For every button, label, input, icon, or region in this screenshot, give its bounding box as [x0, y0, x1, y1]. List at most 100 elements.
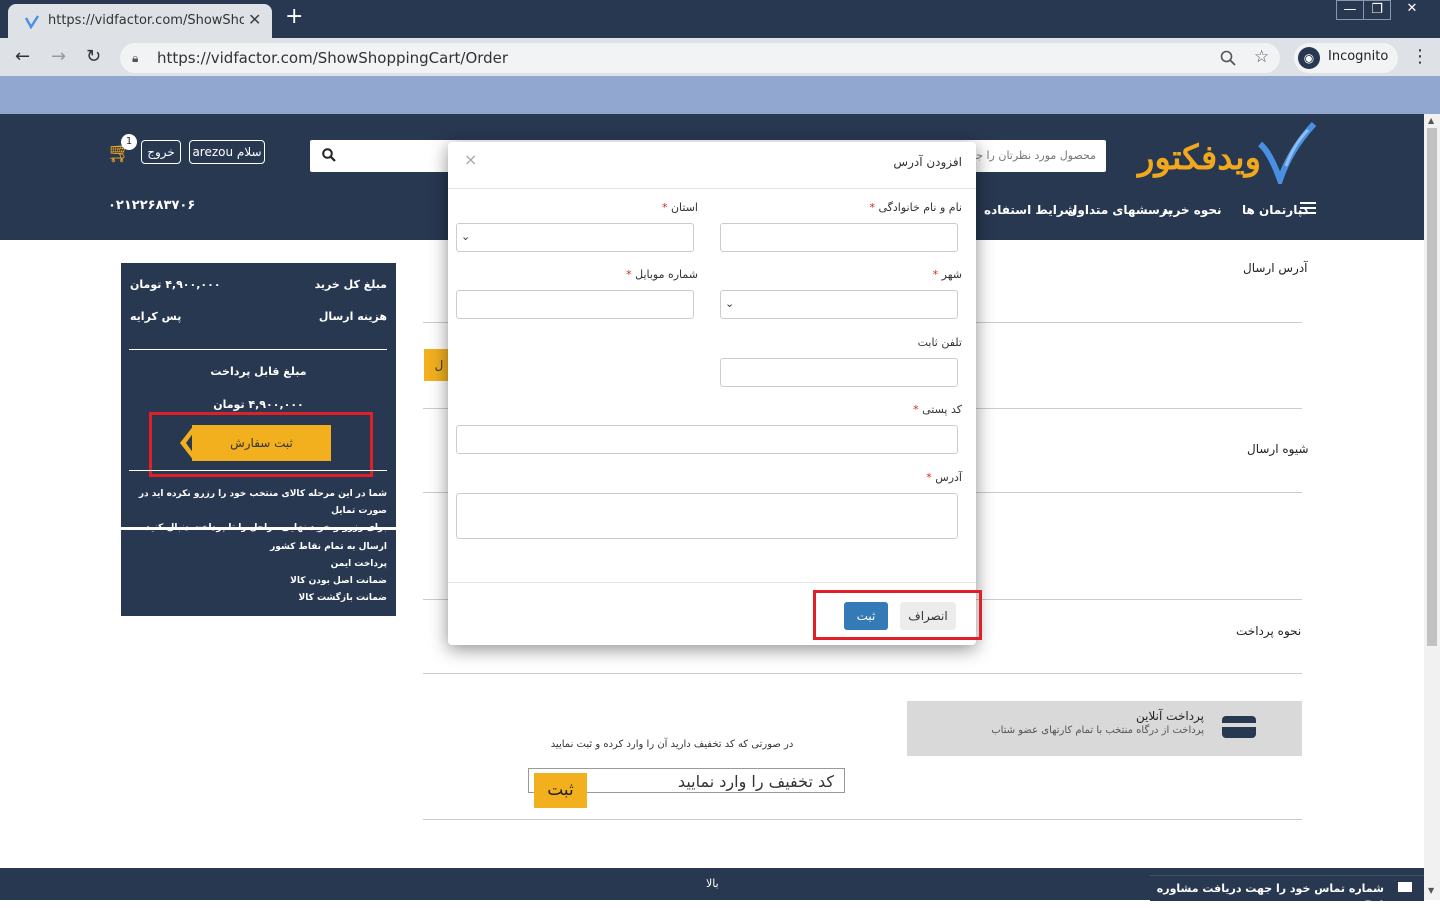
window-close-button[interactable]: ✕ [1396, 0, 1428, 20]
chevron-down-icon: ⌄ [725, 297, 735, 310]
city-label-text: شهر [941, 268, 962, 281]
discount-code-placeholder: کد تخفیف را وارد نمایید [677, 772, 834, 791]
address-label-text: آدرس [935, 471, 962, 484]
nav-faq[interactable]: پرسشهای متداول [1067, 203, 1172, 217]
features-list: ارسال به تمام نقاط کشور پرداخت ایمن ضمان… [130, 539, 387, 607]
feature-item: ارسال به تمام نقاط کشور [270, 542, 387, 552]
envelope-icon [1398, 882, 1412, 892]
logo-text: ویدفکتور [1138, 138, 1262, 178]
site-logo[interactable]: ویدفکتور [1138, 122, 1318, 184]
postal-code-label: کد پستی * [913, 403, 962, 416]
section-divider [423, 673, 1302, 674]
online-payment-title: پرداخت آنلاین [1136, 709, 1204, 723]
discount-submit-button[interactable]: ثبت [534, 773, 587, 808]
full-name-label: نام و نام خانوادگی * [869, 201, 962, 214]
payable-value: ۴,۹۰۰,۰۰۰ تومان [213, 398, 304, 411]
address-label: آدرس * [926, 471, 962, 484]
total-value: ۴,۹۰۰,۰۰۰ تومان [130, 278, 221, 291]
scroll-down-arrow-icon[interactable]: ▼ [1428, 886, 1434, 895]
summary-divider [129, 349, 387, 350]
total-label: مبلغ کل خرید [314, 278, 387, 291]
modal-close-icon[interactable]: × [464, 150, 477, 169]
postal-code-input[interactable] [456, 425, 958, 454]
reservation-note: شما در این مرحله کالای منتخب خود را رزرو… [130, 486, 387, 537]
scroll-up-arrow-icon[interactable]: ▲ [1428, 116, 1434, 125]
logo-check-icon [1257, 122, 1317, 184]
header-phone: ۰۲۱۲۲۶۸۳۷۰۶ [108, 198, 196, 213]
province-select[interactable]: ⌄ [456, 223, 694, 252]
browser-tab[interactable]: https://vidfactor.com/ShowShoppingCart/O… [8, 4, 272, 38]
full-name-input[interactable] [720, 223, 958, 252]
postal-code-label-text: کد پستی [922, 403, 962, 416]
search-icon[interactable] [322, 148, 336, 162]
address-bar-url: https://vidfactor.com/ShowShoppingCart/O… [157, 49, 509, 67]
landline-label-text: تلفن ثابت [917, 336, 962, 349]
logout-button[interactable]: خروج [141, 140, 181, 164]
site-favicon-icon [24, 15, 40, 30]
total-row: مبلغ کل خرید ۴,۹۰۰,۰۰۰ تومان [130, 278, 387, 291]
window-minimize-button[interactable]: — [1336, 0, 1364, 20]
feature-item: پرداخت ایمن [330, 559, 387, 569]
summary-divider-2 [129, 470, 387, 471]
required-mark: * [661, 201, 668, 214]
feature-item: ضمانت اصل بودن کالا [290, 576, 387, 586]
tab-close-icon[interactable]: ✕ [248, 10, 261, 29]
shipping-value: پس کرایه [130, 310, 182, 323]
shipping-row: هزینه ارسال پس کرایه [130, 310, 387, 323]
address-bar[interactable]: 🔒︎ https://vidfactor.com/ShowShoppingCar… [120, 43, 1280, 73]
modal-footer-divider [448, 582, 976, 583]
lock-icon: 🔒︎ [132, 51, 139, 65]
address-textarea[interactable] [456, 493, 958, 539]
incognito-icon: ◉ [1298, 47, 1320, 69]
add-address-modal: افزودن آدرس × نام و نام خانوادگی * استان… [448, 142, 976, 645]
mobile-input[interactable] [456, 290, 694, 319]
feature-item: ضمانت بازگشت کالا [298, 593, 387, 603]
online-payment-desc: پرداخت از درگاه منتخب با تمام کارتهای عض… [991, 725, 1204, 736]
full-name-label-text: نام و نام خانوادگی [878, 201, 962, 214]
forward-arrow-icon[interactable]: → [51, 46, 66, 67]
bookmark-star-icon[interactable]: ☆ [1254, 47, 1269, 67]
province-label: استان * [662, 201, 698, 214]
browser-menu-icon[interactable]: ⋮ [1411, 46, 1429, 67]
modal-title: افزودن آدرس [893, 155, 962, 169]
landline-input[interactable] [720, 358, 958, 387]
province-label-text: استان [670, 201, 698, 214]
city-label: شهر * [933, 268, 962, 281]
reservation-note-line2: برای رزرو و خرید نهایی مراحل را تا پرداخ… [145, 523, 387, 533]
nav-departments[interactable]: دپارتمان ها [1242, 203, 1308, 217]
chevron-down-icon: ⌄ [461, 230, 471, 243]
incognito-indicator[interactable]: ◉ Incognito [1294, 43, 1398, 73]
consult-chat-bar[interactable]: شماره تماس خود را جهت دریافت مشاوره درج … [1150, 875, 1424, 908]
back-arrow-icon[interactable]: ← [15, 46, 30, 67]
shipping-method-title: شیوه ارسال [1247, 442, 1309, 456]
address-section-title: آدرس ارسال [1243, 261, 1308, 275]
zoom-icon[interactable] [1220, 50, 1236, 66]
mobile-label-text: شماره موبایل [635, 268, 698, 281]
scrollbar-thumb[interactable] [1427, 128, 1437, 646]
section-divider [423, 819, 1302, 820]
highlight-box-order [149, 412, 373, 477]
cart-count-badge: 1 [121, 134, 137, 150]
required-mark: * [932, 268, 939, 281]
nav-terms[interactable]: شرایط استفاده [984, 203, 1076, 217]
payment-method-title: نحوه پرداخت [1236, 624, 1302, 638]
required-mark: * [913, 403, 919, 416]
greeting-button[interactable]: arezou سلام [189, 140, 265, 164]
back-to-top-link[interactable]: بالا [706, 877, 719, 890]
highlight-box-modal-actions [813, 590, 982, 640]
tab-title: https://vidfactor.com/ShowShoppingCart/O… [48, 13, 244, 28]
new-tab-button[interactable]: + [285, 4, 303, 29]
reload-icon[interactable]: ↻ [86, 46, 101, 67]
window-restore-button[interactable]: ❐ [1363, 0, 1391, 20]
modal-header-divider [448, 188, 976, 189]
city-select[interactable]: ⌄ [720, 290, 958, 319]
shipping-label: هزینه ارسال [318, 310, 387, 323]
mobile-label: شماره موبایل * [626, 268, 698, 281]
browser-infobar [0, 76, 1440, 114]
consult-chat-text: شماره تماس خود را جهت دریافت مشاوره درج … [1156, 882, 1384, 908]
landline-label: تلفن ثابت [918, 336, 962, 349]
online-payment-option[interactable]: پرداخت آنلاین پرداخت از درگاه منتخب با ت… [907, 701, 1302, 756]
credit-card-icon [1222, 716, 1256, 738]
required-mark: * [926, 471, 932, 484]
required-mark: * [869, 201, 875, 214]
